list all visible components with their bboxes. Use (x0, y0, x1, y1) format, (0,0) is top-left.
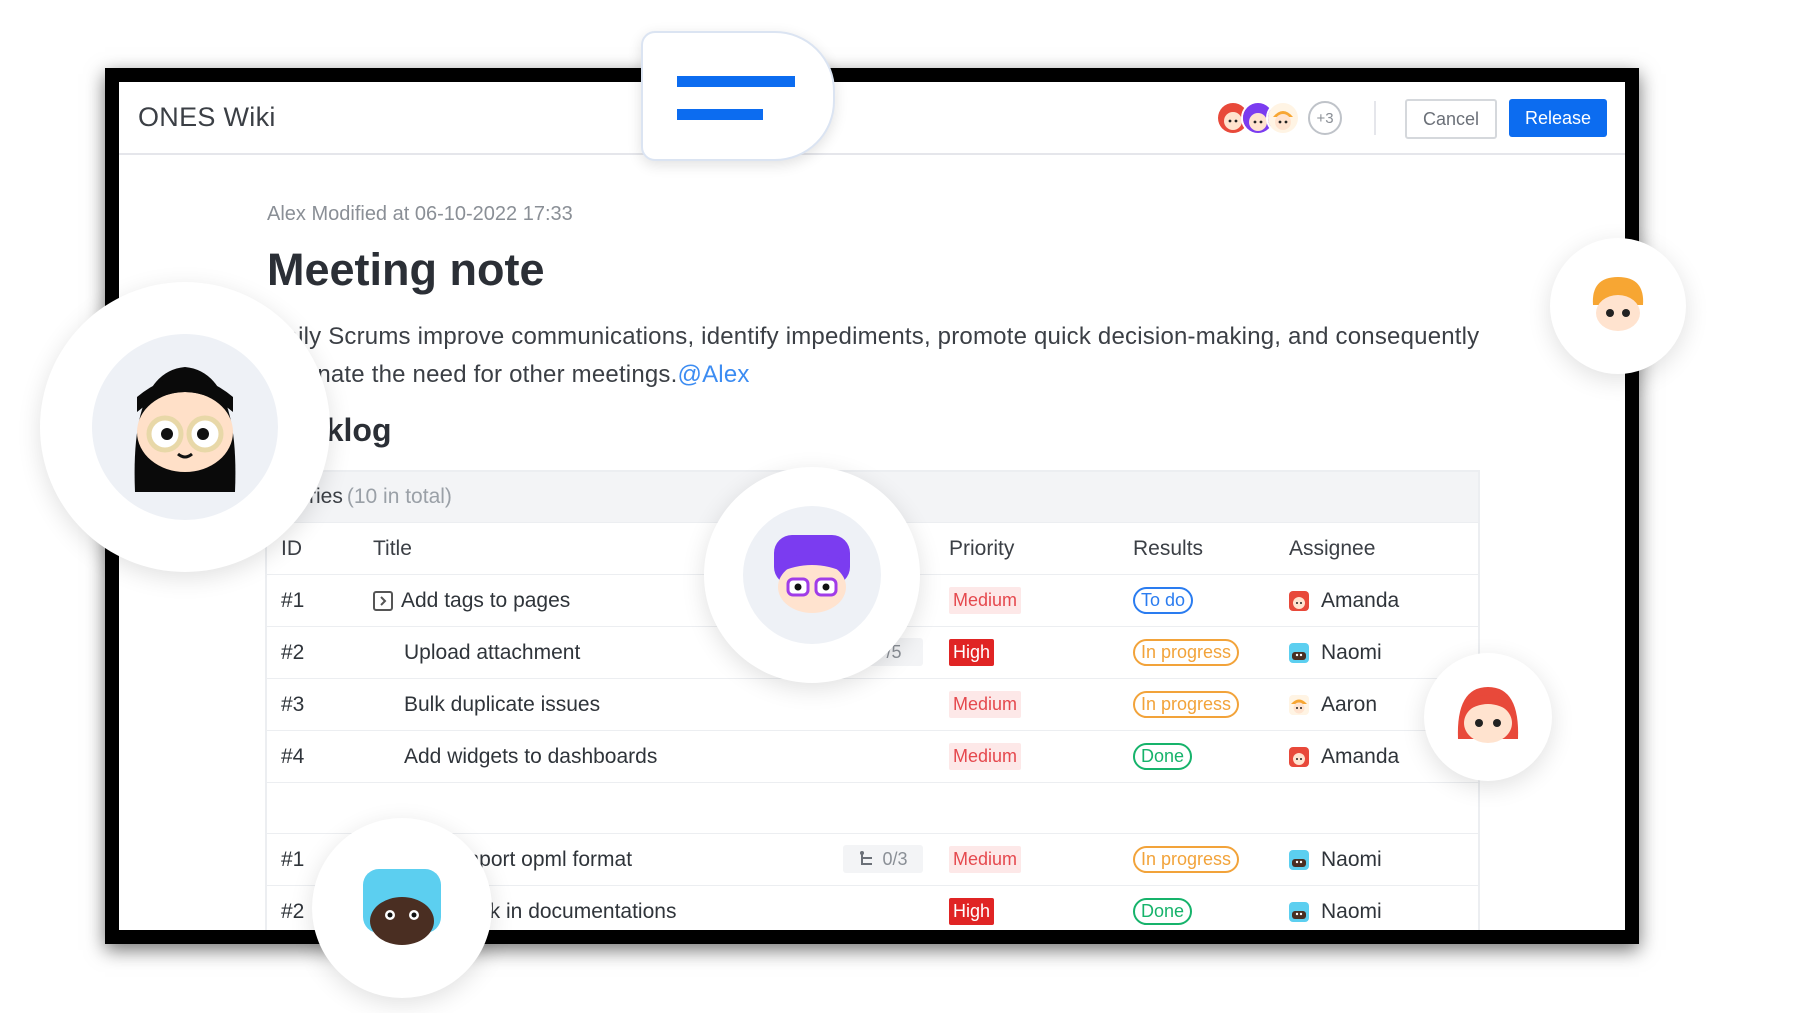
priority-badge[interactable]: High (949, 898, 995, 925)
row-id: #4 (281, 744, 305, 768)
header-priority: Priority (949, 536, 1015, 560)
row-title-cell: Add tags to pages (373, 575, 570, 626)
row-id: #1 (281, 588, 305, 612)
avatar (704, 467, 920, 683)
assignee-cell[interactable]: Naomi (1289, 886, 1382, 930)
row-id: #1 (281, 847, 305, 871)
header-title: Title (373, 536, 412, 560)
assignee-cell[interactable]: Aaron (1289, 679, 1377, 730)
priority-badge[interactable]: Medium (949, 587, 1022, 614)
toolbar-divider (1374, 101, 1376, 135)
result-cell: In progress (1133, 627, 1240, 678)
row-title[interactable]: Bulk duplicate issues (404, 679, 600, 730)
assignee-cell[interactable]: Amanda (1289, 731, 1399, 782)
row-id: #3 (281, 692, 305, 716)
priority-badge[interactable]: Medium (949, 846, 1022, 873)
assignee-name: Naomi (1321, 847, 1382, 871)
priority-badge[interactable]: Medium (949, 743, 1022, 770)
paragraph-text: Daily Scrums improve communications, ide… (267, 323, 1480, 388)
priority-badge[interactable]: High (949, 639, 995, 666)
priority-cell: Medium (949, 679, 1022, 730)
mention-link[interactable]: @Alex (678, 361, 750, 388)
page-title: Meeting note (267, 244, 545, 295)
release-button[interactable]: Release (1509, 99, 1607, 137)
top-bar: ONES Wiki +3 Cancel Release (119, 82, 1625, 155)
avatar (1266, 101, 1300, 135)
avatar-red-hair-icon (1457, 687, 1519, 743)
modified-meta: Alex Modified at 06-10-2022 17:33 (267, 203, 573, 225)
result-cell: In progress (1133, 679, 1240, 730)
subtask-count-text: 0/3 (882, 848, 908, 869)
assignee-name: Amanda (1321, 744, 1400, 768)
avatar-black-hair-icon (134, 367, 236, 492)
result-cell: In progress (1133, 834, 1240, 885)
app-title: ONES Wiki (138, 102, 276, 132)
priority-cell: Medium (949, 834, 1022, 885)
avatar (1289, 849, 1309, 870)
avatar (1424, 653, 1552, 781)
row-title[interactable]: Add tags to pages (401, 589, 570, 613)
collaborator-avatars[interactable]: +3 (1216, 101, 1342, 135)
assignee-cell[interactable]: Naomi (1289, 834, 1382, 885)
table-row[interactable]: #4 Add widgets to dashboards Medium Done… (267, 730, 1478, 782)
header-results: Results (1133, 536, 1204, 560)
expand-icon[interactable] (373, 590, 393, 611)
avatar (1289, 746, 1309, 767)
avatar (1289, 901, 1309, 922)
priority-cell: High (949, 627, 995, 678)
status-badge[interactable]: To do (1133, 587, 1194, 614)
avatar-cyan-hair-icon (363, 869, 441, 945)
comment-bubble-icon[interactable] (641, 31, 835, 161)
assignee-name: Aaron (1321, 692, 1378, 716)
assignee-name: Naomi (1321, 640, 1382, 664)
assignee-name: Naomi (1321, 899, 1382, 923)
avatar (312, 818, 492, 998)
avatar-purple-hair-icon (774, 535, 850, 613)
header-assignee: Assignee (1289, 536, 1376, 560)
priority-badge[interactable]: Medium (949, 691, 1022, 718)
result-cell: Done (1133, 731, 1193, 782)
avatar (1550, 238, 1686, 374)
bubble-line (677, 76, 795, 87)
status-badge[interactable]: In progress (1133, 846, 1240, 873)
priority-cell: Medium (949, 731, 1022, 782)
table-row[interactable]: #3 Bulk duplicate issues Medium In progr… (267, 678, 1478, 730)
group-separator (267, 782, 1478, 833)
subtask-count: 0/3 (843, 845, 923, 873)
result-cell: Done (1133, 886, 1193, 930)
assignee-name: Amanda (1321, 588, 1400, 612)
avatar (1289, 694, 1309, 715)
row-id: #2 (281, 640, 305, 664)
result-cell: To do (1133, 575, 1194, 626)
status-badge[interactable]: In progress (1133, 691, 1240, 718)
row-id: #2 (281, 899, 305, 923)
more-collaborators-count[interactable]: +3 (1308, 101, 1342, 135)
avatar-blonde-icon (1592, 277, 1644, 331)
bubble-line (677, 109, 763, 120)
doc-paragraph: Daily Scrums improve communications, ide… (267, 318, 1497, 394)
group-total: (10 in total) (346, 485, 452, 508)
status-badge[interactable]: In progress (1133, 639, 1240, 666)
row-title[interactable]: Add widgets to dashboards (404, 731, 657, 782)
avatar (1289, 642, 1309, 663)
row-title[interactable]: Upload attachment (404, 627, 580, 678)
priority-cell: High (949, 886, 995, 930)
status-badge[interactable]: Done (1133, 898, 1193, 925)
avatar (40, 282, 330, 572)
status-badge[interactable]: Done (1133, 743, 1193, 770)
assignee-cell[interactable]: Naomi (1289, 627, 1382, 678)
priority-cell: Medium (949, 575, 1022, 626)
subtask-icon (860, 851, 873, 865)
avatar (1289, 590, 1309, 611)
cancel-button[interactable]: Cancel (1405, 99, 1497, 139)
assignee-cell[interactable]: Amanda (1289, 575, 1399, 626)
